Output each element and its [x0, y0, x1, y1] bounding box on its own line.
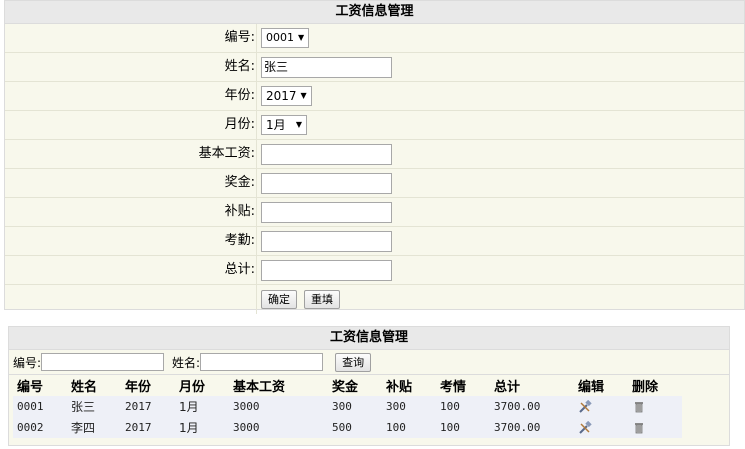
col-header: 编号: [13, 375, 67, 396]
search-name-label: 姓名:: [172, 355, 201, 370]
col-header: 编辑: [574, 375, 628, 396]
allowance-label: 补贴:: [5, 198, 257, 226]
form-row-attendance: 考勤:: [5, 227, 744, 256]
bonus-label: 奖金:: [5, 169, 257, 197]
search-id-label: 编号:: [13, 355, 42, 370]
year-select[interactable]: 2017 ▼: [261, 86, 312, 106]
edit-icon[interactable]: [578, 420, 592, 435]
cell-bonus: 300: [328, 396, 382, 417]
col-header: 总计: [490, 375, 574, 396]
query-button[interactable]: 查询: [335, 352, 372, 372]
cell-bonus: 500: [328, 417, 382, 438]
table-header-row: 编号 姓名 年份 月份 基本工资 奖金 补贴 考情 总计 编辑 删除: [13, 375, 682, 396]
form-row-base: 基本工资:: [5, 140, 744, 169]
id-select[interactable]: 0001 ▼: [261, 28, 310, 48]
dropdown-arrow-icon: ▼: [300, 91, 307, 100]
name-label: 姓名:: [5, 53, 257, 81]
cell-name: 张三: [67, 396, 121, 417]
cell-edit: [574, 417, 628, 438]
cell-base: 3000: [229, 417, 328, 438]
cell-attendance: 100: [436, 417, 490, 438]
col-header: 姓名: [67, 375, 121, 396]
cell-base: 3000: [229, 396, 328, 417]
list-title: 工资信息管理: [9, 327, 729, 350]
col-header: 考情: [436, 375, 490, 396]
form-row-allowance: 补贴:: [5, 198, 744, 227]
actions-label-spacer: [5, 285, 257, 314]
cell-edit: [574, 396, 628, 417]
form-row-year: 年份: 2017 ▼: [5, 82, 744, 111]
col-header: 年份: [121, 375, 175, 396]
id-label: 编号:: [5, 24, 257, 52]
year-label: 年份:: [5, 82, 257, 110]
attendance-label: 考勤:: [5, 227, 257, 255]
cell-allowance: 100: [382, 417, 436, 438]
reset-button[interactable]: 重填: [304, 290, 340, 309]
form-title: 工资信息管理: [5, 1, 744, 24]
edit-icon[interactable]: [578, 399, 592, 414]
attendance-input[interactable]: [261, 230, 392, 252]
cell-delete: [628, 396, 682, 417]
table-row: 0002 李四 2017 1月 3000 500 100 100 3700.00: [13, 417, 682, 438]
cell-delete: [628, 417, 682, 438]
form-row-actions: 确定 重填: [5, 285, 744, 314]
dropdown-arrow-icon: ▼: [295, 120, 302, 129]
allowance-input[interactable]: [261, 201, 392, 223]
cell-year: 2017: [121, 417, 175, 438]
base-salary-input[interactable]: [261, 143, 392, 165]
base-salary-label: 基本工资:: [5, 140, 257, 168]
total-label: 总计:: [5, 256, 257, 284]
cell-id: 0001: [13, 396, 67, 417]
trash-icon[interactable]: [632, 400, 646, 414]
trash-icon[interactable]: [632, 421, 646, 435]
cell-year: 2017: [121, 396, 175, 417]
month-label: 月份:: [5, 111, 257, 139]
table-row: 0001 张三 2017 1月 3000 300 300 100 3700.00: [13, 396, 682, 417]
cell-name: 李四: [67, 417, 121, 438]
form-row-bonus: 奖金:: [5, 169, 744, 198]
form-row-id: 编号: 0001 ▼: [5, 24, 744, 53]
month-select[interactable]: 1月 ▼: [261, 115, 307, 135]
col-header: 删除: [628, 375, 682, 396]
cell-id: 0002: [13, 417, 67, 438]
search-id-input[interactable]: [41, 353, 165, 371]
col-header: 基本工资: [229, 375, 328, 396]
col-header: 奖金: [328, 375, 382, 396]
cell-total: 3700.00: [490, 417, 574, 438]
form-row-name: 姓名: 张三: [5, 53, 744, 82]
salary-list-panel: 工资信息管理 编号: 姓名: 查询 编号 姓名 年份 月份 基本工资 奖金 补贴…: [8, 326, 730, 446]
dropdown-arrow-icon: ▼: [298, 33, 305, 42]
confirm-button[interactable]: 确定: [261, 290, 297, 309]
form-row-total: 总计:: [5, 256, 744, 285]
cell-month: 1月: [175, 417, 229, 438]
cell-month: 1月: [175, 396, 229, 417]
search-name-input[interactable]: [200, 353, 324, 371]
salary-form: 工资信息管理 编号: 0001 ▼ 姓名: 张三 年份: 2017 ▼ 月份: …: [4, 0, 745, 314]
bonus-input[interactable]: [261, 172, 392, 194]
search-bar: 编号: 姓名: 查询: [9, 350, 729, 375]
name-input[interactable]: 张三: [261, 56, 392, 78]
total-input[interactable]: [261, 259, 392, 281]
col-header: 月份: [175, 375, 229, 396]
cell-attendance: 100: [436, 396, 490, 417]
salary-table: 编号 姓名 年份 月份 基本工资 奖金 补贴 考情 总计 编辑 删除 0001 …: [13, 375, 682, 438]
form-row-month: 月份: 1月 ▼: [5, 111, 744, 140]
col-header: 补贴: [382, 375, 436, 396]
cell-allowance: 300: [382, 396, 436, 417]
cell-total: 3700.00: [490, 396, 574, 417]
